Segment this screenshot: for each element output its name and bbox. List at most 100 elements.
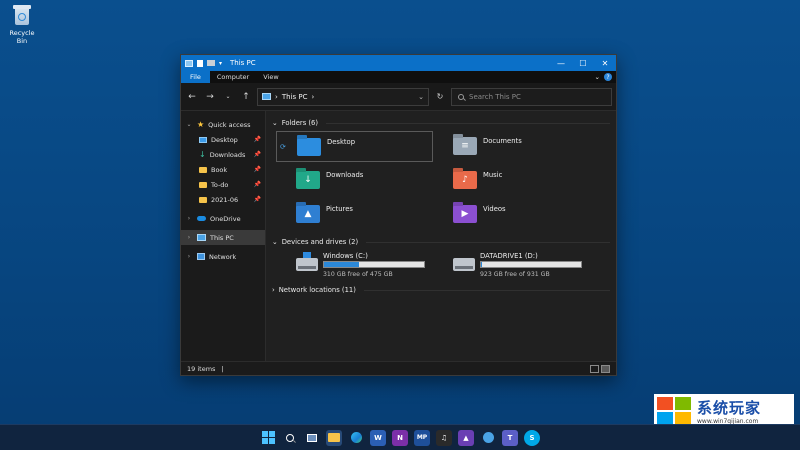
minimize-button[interactable]: — xyxy=(550,55,572,71)
windows-drive-icon xyxy=(296,252,318,271)
window-title: This PC xyxy=(230,59,256,67)
forward-button[interactable]: → xyxy=(203,92,217,102)
sidebar-item-desktop[interactable]: Desktop 📌 xyxy=(181,132,265,147)
recycle-bin-icon xyxy=(12,4,32,26)
drive-usage-bar xyxy=(480,261,582,268)
search-icon[interactable] xyxy=(282,430,298,446)
address-dropdown-icon[interactable]: ⌄ xyxy=(418,93,424,101)
drive-name: DATADRIVE1 (D:) xyxy=(480,252,538,260)
drive-usage-fill xyxy=(481,262,482,267)
folder-label: Desktop xyxy=(327,138,356,146)
sidebar-item-label: Desktop xyxy=(211,135,238,144)
up-button[interactable]: ↑ xyxy=(239,92,253,102)
customize-toolbar-icon[interactable]: ▾ xyxy=(219,60,222,67)
recycle-bin[interactable]: Recycle Bin xyxy=(4,4,40,45)
tab-view[interactable]: View xyxy=(256,71,285,83)
network-locations-group-header[interactable]: › Network locations (11) xyxy=(272,284,610,296)
pin-icon: 📌 xyxy=(253,196,261,203)
sidebar-item-quick-access[interactable]: ⌄ ★ Quick access xyxy=(181,117,265,132)
pin-icon: 📌 xyxy=(253,166,261,173)
downloads-folder-icon: ↓ xyxy=(296,171,320,189)
watermark: 系统玩家 www.win7qijian.com xyxy=(654,394,794,428)
start-icon[interactable] xyxy=(260,430,276,446)
sidebar-item-2021-06[interactable]: 2021-06 📌 xyxy=(181,192,265,207)
skype-icon[interactable]: S xyxy=(524,429,540,446)
drive-usage-fill xyxy=(324,262,359,267)
watermark-title: 系统玩家 xyxy=(697,399,762,417)
sidebar-item-to-do[interactable]: To-do 📌 xyxy=(181,177,265,192)
affinity-icon[interactable]: ▲ xyxy=(458,429,474,446)
breadcrumb-separator-icon[interactable]: › xyxy=(311,93,314,101)
drive-tile-d[interactable]: DATADRIVE1 (D:) 923 GB free of 931 GB xyxy=(453,252,610,278)
folder-tile-videos[interactable]: ▶ Videos xyxy=(433,199,590,230)
sidebar-item-onedrive[interactable]: › OneDrive xyxy=(181,211,265,226)
drive-free-space: 310 GB free of 475 GB xyxy=(323,271,393,278)
sidebar-item-downloads[interactable]: ↓ Downloads 📌 xyxy=(181,147,265,162)
sync-icon: ⟳ xyxy=(280,143,286,151)
drive-tile-c[interactable]: Windows (C:) 310 GB free of 475 GB xyxy=(296,252,453,278)
address-bar[interactable]: › This PC › ⌄ xyxy=(257,87,429,106)
search-icon xyxy=(458,93,464,100)
quick-access-toolbar: ▾ xyxy=(185,59,222,67)
breadcrumb-this-pc[interactable]: This PC xyxy=(282,93,308,101)
folder-tile-downloads[interactable]: ↓ Downloads xyxy=(276,165,433,196)
back-button[interactable]: ← xyxy=(185,92,199,102)
folder-label: Pictures xyxy=(326,205,353,213)
pictures-folder-icon: ▲ xyxy=(296,205,320,223)
cloud-icon xyxy=(197,216,206,221)
sidebar-item-this-pc[interactable]: › This PC xyxy=(181,230,265,245)
new-folder-icon[interactable] xyxy=(207,60,215,66)
file-explorer-icon[interactable] xyxy=(326,429,342,446)
title-bar[interactable]: ▾ This PC — ☐ ✕ xyxy=(181,55,616,71)
help-icon[interactable]: ? xyxy=(604,73,612,81)
group-title: Network locations (11) xyxy=(278,286,356,294)
mp-icon[interactable]: MP xyxy=(414,429,430,446)
folder-label: Videos xyxy=(483,205,506,213)
teams-icon[interactable]: T xyxy=(502,429,518,446)
expand-ribbon-icon[interactable]: ⌄ xyxy=(595,73,600,81)
audio-app-icon[interactable]: ♫ xyxy=(436,429,452,446)
drives-grid: Windows (C:) 310 GB free of 475 GB DATAD… xyxy=(296,252,610,278)
chevron-right-icon[interactable]: › xyxy=(272,286,275,294)
recent-locations-icon[interactable]: ⌄ xyxy=(221,93,235,100)
sidebar-item-book[interactable]: Book 📌 xyxy=(181,162,265,177)
chevron-down-icon[interactable]: ⌄ xyxy=(272,119,278,127)
devices-group-header[interactable]: ⌄ Devices and drives (2) xyxy=(272,236,610,248)
chevron-down-icon[interactable]: ⌄ xyxy=(185,121,193,128)
onenote-icon[interactable]: N xyxy=(392,429,408,446)
edge-icon[interactable] xyxy=(348,430,364,446)
content-pane: ⌄ Folders (6) ⟳ Desktop ≡ Documents ↓ Do… xyxy=(266,111,616,361)
browser-icon[interactable] xyxy=(480,430,496,446)
tab-computer[interactable]: Computer xyxy=(210,71,256,83)
folder-tile-pictures[interactable]: ▲ Pictures xyxy=(276,199,433,230)
details-view-icon[interactable] xyxy=(590,364,599,373)
large-icons-view-icon[interactable] xyxy=(601,364,610,373)
status-bar: 19 items | xyxy=(181,361,616,375)
folder-label: Music xyxy=(483,171,503,179)
properties-icon[interactable] xyxy=(197,59,203,67)
tab-file[interactable]: File xyxy=(181,71,210,83)
chevron-right-icon[interactable]: › xyxy=(185,253,193,260)
close-button[interactable]: ✕ xyxy=(594,55,616,71)
folders-grid: ⟳ Desktop ≡ Documents ↓ Downloads ♪ Musi… xyxy=(276,131,610,230)
ribbon-tabs: File Computer View ⌄ ? xyxy=(181,71,616,83)
drive-name: Windows (C:) xyxy=(323,252,368,260)
task-view-icon[interactable] xyxy=(304,430,320,446)
sidebar-item-label: Downloads xyxy=(209,150,246,159)
sidebar-item-network[interactable]: › Network xyxy=(181,249,265,264)
refresh-button[interactable]: ↻ xyxy=(433,92,447,101)
network-icon xyxy=(197,253,205,260)
download-icon: ↓ xyxy=(199,150,206,159)
folders-group-header[interactable]: ⌄ Folders (6) xyxy=(272,117,610,129)
folder-tile-documents[interactable]: ≡ Documents xyxy=(433,131,590,162)
chevron-down-icon[interactable]: ⌄ xyxy=(272,238,278,246)
word-icon[interactable]: W xyxy=(370,429,386,446)
maximize-button[interactable]: ☐ xyxy=(572,55,594,71)
folder-tile-desktop[interactable]: ⟳ Desktop xyxy=(276,131,433,162)
folder-tile-music[interactable]: ♪ Music xyxy=(433,165,590,196)
chevron-right-icon[interactable]: › xyxy=(185,215,193,222)
file-explorer-window: ▾ This PC — ☐ ✕ File Computer View ⌄ ? ←… xyxy=(180,54,617,376)
search-box[interactable]: Search This PC xyxy=(451,87,612,106)
chevron-right-icon[interactable]: › xyxy=(185,234,193,241)
search-input[interactable]: Search This PC xyxy=(469,93,521,101)
